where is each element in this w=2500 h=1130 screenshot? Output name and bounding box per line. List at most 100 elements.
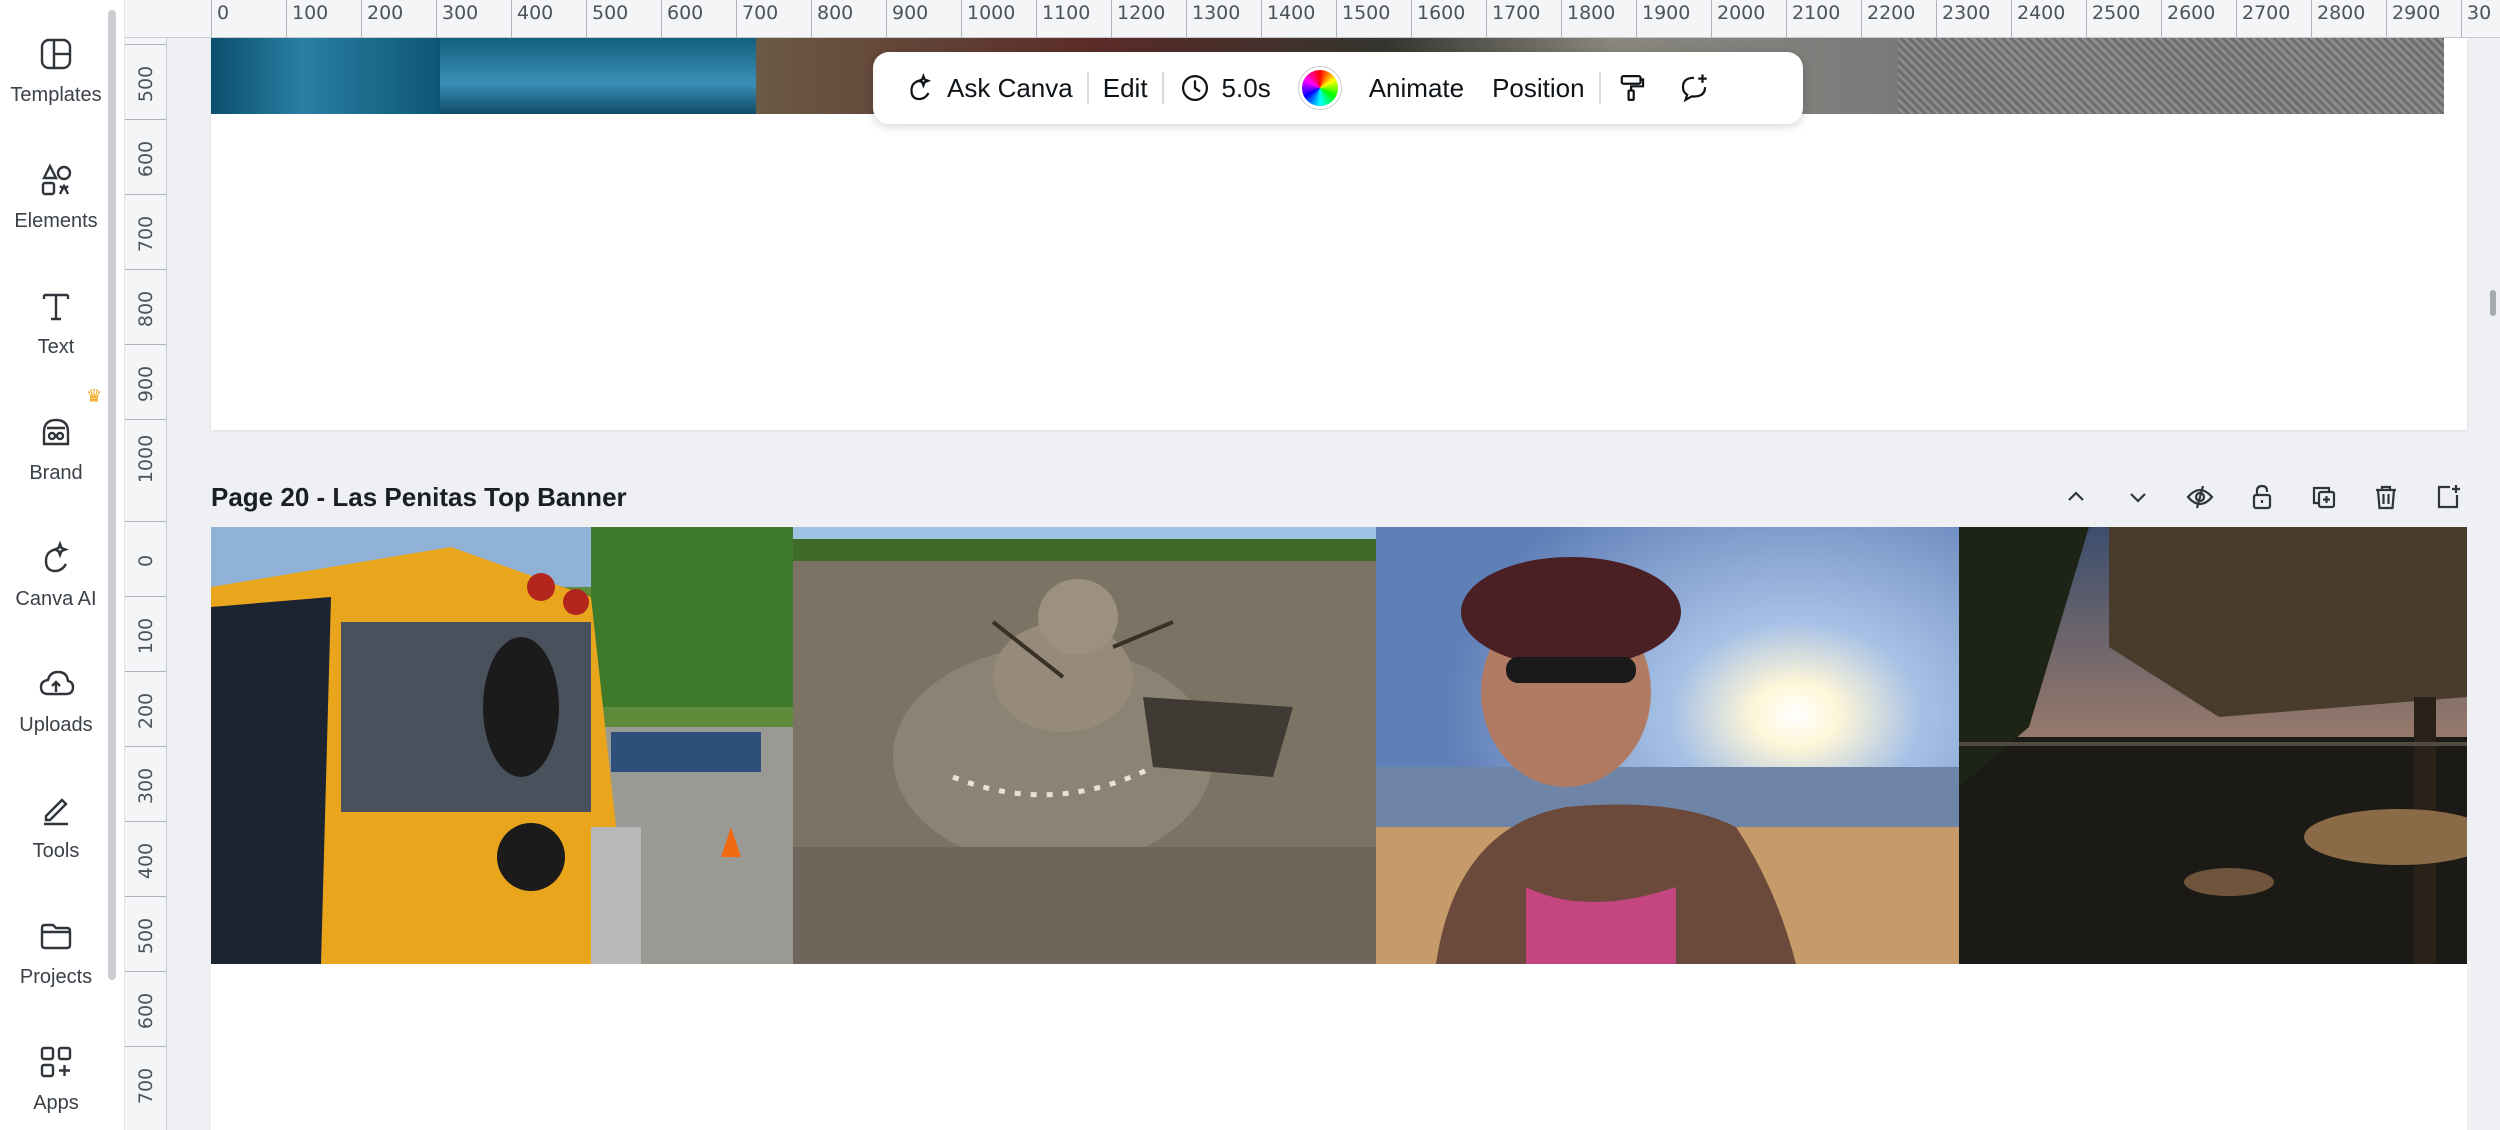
ruler-label: 1100 [1042, 2, 1091, 24]
duration-button[interactable]: 5.0s [1164, 64, 1285, 112]
move-down-icon [2130, 493, 2146, 503]
image-sand-snowman[interactable] [793, 527, 1376, 964]
ruler-label: 1600 [1417, 2, 1466, 24]
hide-page-button[interactable] [2181, 478, 2219, 516]
ruler-tick [286, 0, 287, 37]
ask-canva-label: Ask Canva [947, 72, 1073, 103]
ruler-tick [1561, 0, 1562, 37]
image-pool-legs[interactable] [211, 38, 440, 114]
image-sunset-palapa[interactable] [1959, 527, 2467, 964]
ruler-label: 1400 [1267, 2, 1316, 24]
ruler-label: 700 [134, 215, 157, 253]
canvas-scrollbar[interactable] [2490, 290, 2496, 316]
delete-page-button[interactable] [2367, 478, 2405, 516]
ruler-tick [961, 0, 962, 37]
lock-page-button[interactable] [2243, 478, 2281, 516]
ruler-tick [2086, 0, 2087, 37]
tools-icon [44, 798, 68, 826]
animate-label: Animate [1368, 72, 1465, 103]
ruler-label: 2100 [1792, 2, 1841, 24]
ruler-label: 900 [134, 365, 157, 403]
ruler-label: 2700 [2242, 2, 2291, 24]
sidebar-item-label: Elements [14, 210, 98, 232]
ruler-label: 2200 [1867, 2, 1916, 24]
ruler-label: 2300 [1942, 2, 1991, 24]
sidebar-item-label: Templates [10, 84, 102, 106]
position-button[interactable]: Position [1478, 64, 1599, 112]
animate-button[interactable]: Animate [1355, 64, 1478, 112]
ruler-label: 2600 [2167, 2, 2216, 24]
ask-canva-button[interactable]: Ask Canva [889, 64, 1087, 112]
paint-roller-icon [1620, 74, 1644, 102]
ruler-tick [2236, 0, 2237, 37]
ruler-label: 600 [134, 140, 157, 178]
ruler-tick [2161, 0, 2162, 37]
image-beach-selfie[interactable] [1376, 527, 1959, 964]
ruler-tick [1411, 0, 1412, 37]
lock-icon [2252, 484, 2272, 510]
ruler-tick [1486, 0, 1487, 37]
sidebar-item-apps[interactable]: Apps [0, 1042, 112, 1115]
page-20[interactable] [211, 527, 2467, 1130]
move-page-down-button[interactable] [2119, 478, 2157, 516]
ruler-label: 500 [134, 65, 157, 103]
ruler-tick [1636, 0, 1637, 37]
element-toolbar: Ask Canva Edit 5.0s Animate Position [873, 52, 1803, 124]
sidebar-item-projects[interactable]: Projects [0, 916, 112, 989]
elements-icon [41, 163, 72, 196]
ruler-label: 200 [134, 692, 157, 730]
ruler-label: 1500 [1342, 2, 1391, 24]
ruler-label: 0 [217, 2, 230, 24]
sidebar-item-label: Uploads [19, 714, 93, 736]
sidebar-item-elements[interactable]: Elements [0, 160, 112, 233]
ruler-tick [361, 0, 362, 37]
ruler-label: 300 [134, 767, 157, 805]
uploads-icon [39, 670, 75, 696]
edit-button[interactable]: Edit [1089, 64, 1162, 112]
sidebar-item-brand[interactable]: Brand [0, 412, 112, 485]
color-button[interactable] [1285, 64, 1355, 112]
duplicate-page-button[interactable] [2305, 478, 2343, 516]
comment-button[interactable] [1663, 64, 1725, 112]
ruler-label: 1700 [1492, 2, 1541, 24]
duration-label: 5.0s [1221, 72, 1271, 103]
ruler-label: 700 [134, 1067, 157, 1105]
horizontal-ruler: 0 100 200 300 400 500 600 700 800 900 1000 1100 1200… [125, 0, 2500, 38]
ruler-label: 1900 [1642, 2, 1691, 24]
text-icon [42, 293, 70, 321]
ruler-tick [1861, 0, 1862, 37]
projects-icon [40, 923, 72, 950]
position-label: Position [1492, 72, 1585, 103]
ruler-tick [1111, 0, 1112, 37]
ruler-tick [811, 0, 812, 37]
ruler-tick [736, 0, 737, 37]
sidebar-item-label: Projects [19, 966, 93, 988]
ruler-label: 600 [134, 992, 157, 1030]
sidebar-item-text[interactable]: Text [0, 286, 112, 359]
canva-ai-icon [910, 72, 932, 101]
ruler-label: 300 [442, 2, 479, 24]
sidebar-item-label: Text [37, 336, 75, 358]
sidebar-item-label: Apps [33, 1092, 79, 1114]
image-school-bus[interactable] [211, 527, 793, 964]
sidebar-item-canva-ai[interactable]: Canva AI [0, 538, 112, 611]
sidebar-item-tools[interactable]: Tools [0, 790, 112, 863]
ruler-tick [1186, 0, 1187, 37]
add-page-button[interactable] [2429, 478, 2467, 516]
edit-label: Edit [1102, 72, 1148, 103]
sidebar-item-uploads[interactable]: Uploads [0, 664, 112, 737]
image-pool-water[interactable] [440, 38, 756, 114]
ruler-tick [211, 0, 212, 37]
add-page-icon [2437, 485, 2460, 509]
copy-style-button[interactable] [1601, 64, 1663, 112]
sidebar-scrollbar[interactable] [108, 10, 116, 980]
ruler-tick [1336, 0, 1337, 37]
duplicate-page-icon [2312, 486, 2336, 509]
move-page-up-button[interactable] [2057, 478, 2095, 516]
color-wheel-icon [1298, 67, 1341, 109]
move-up-icon [2068, 491, 2084, 501]
page-title[interactable]: Page 20 - Las Penitas Top Banner [211, 482, 627, 513]
ruler-label: 700 [742, 2, 779, 24]
image-gravel[interactable] [1898, 38, 2444, 114]
sidebar-item-templates[interactable]: Templates [0, 34, 112, 107]
